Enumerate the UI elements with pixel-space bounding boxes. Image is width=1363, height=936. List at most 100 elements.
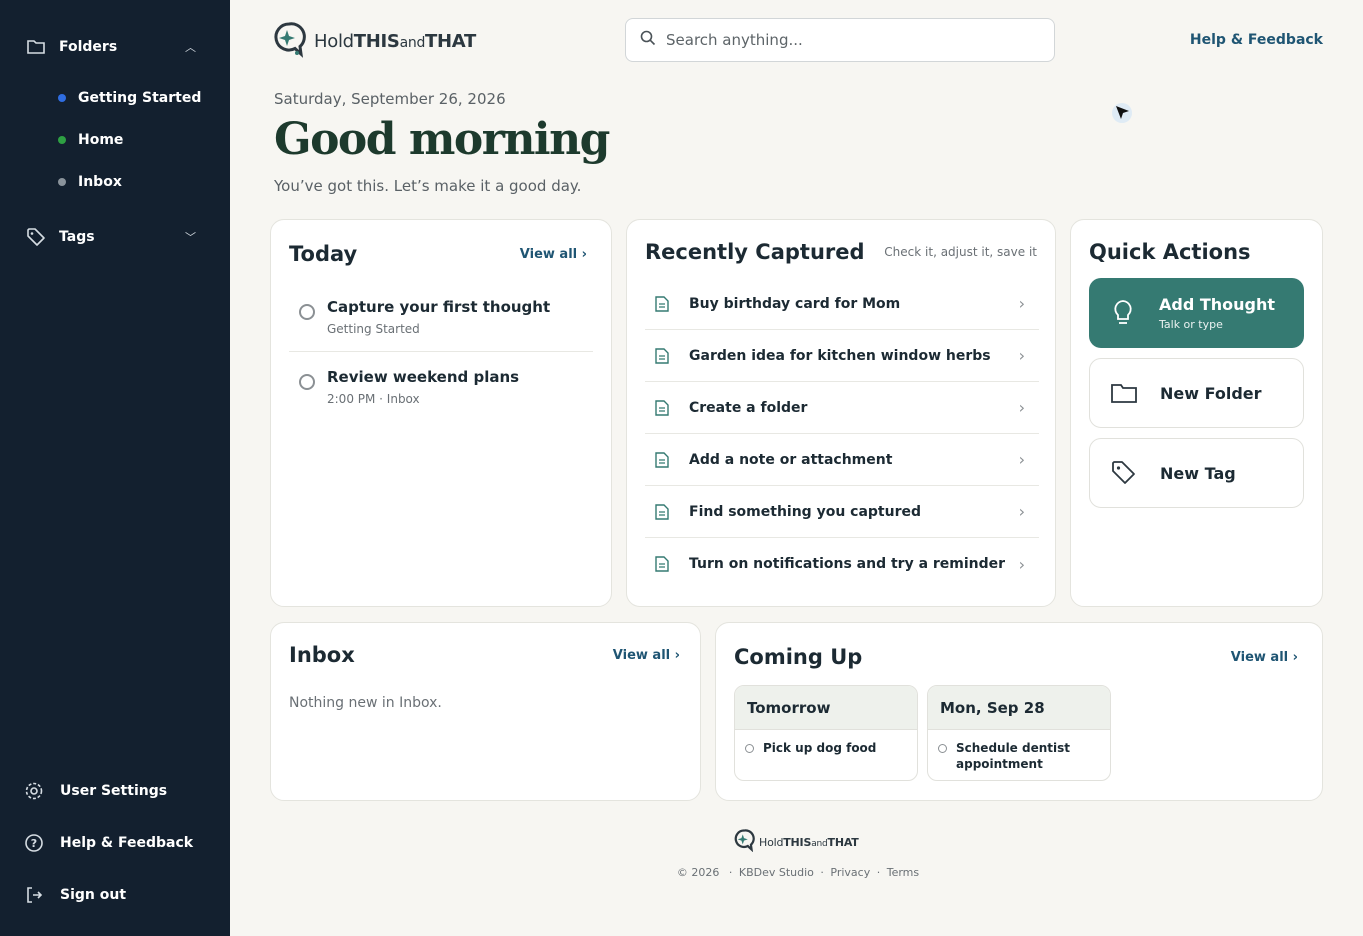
separator: ·: [728, 866, 733, 879]
sidebar-item-label: Home: [78, 132, 124, 148]
sidebar-item-getting-started[interactable]: Getting Started: [58, 90, 201, 106]
list-item[interactable]: Create a folder ›: [645, 382, 1039, 434]
sidebar-item-label: Getting Started: [78, 90, 202, 106]
list-item-label: Garden idea for kitchen window herbs: [689, 347, 991, 364]
folders-label: Folders: [59, 39, 118, 55]
coming-up-title: Coming Up: [734, 645, 863, 669]
tag-icon: [26, 227, 46, 247]
inbox-view-all-link[interactable]: View all ›: [613, 648, 680, 663]
task-item[interactable]: Capture your first thought Getting Start…: [289, 298, 593, 352]
new-tag-label: New Tag: [1160, 463, 1236, 483]
sidebar: Folders ︿ Getting Started Home Inbox Tag…: [0, 0, 230, 936]
chevron-right-icon: ›: [1018, 346, 1025, 365]
search-input[interactable]: [666, 31, 1026, 49]
list-item[interactable]: Buy birthday card for Mom ›: [645, 278, 1039, 330]
inbox-empty-message: Nothing new in Inbox.: [289, 695, 442, 711]
add-thought-sublabel: Talk or type: [1159, 318, 1223, 331]
logo-mark-icon: [732, 828, 756, 856]
mouse-cursor-icon: [1112, 103, 1134, 129]
page-title: Good morning: [274, 114, 610, 165]
task-checkbox[interactable]: [745, 744, 754, 753]
footer-logo: HoldTHISandTHAT: [732, 828, 859, 856]
task-checkbox[interactable]: [938, 744, 947, 753]
help-feedback-label: Help & Feedback: [60, 835, 194, 851]
tags-label: Tags: [59, 229, 95, 245]
recently-captured-title: Recently Captured: [645, 240, 865, 264]
list-item-label: Buy birthday card for Mom: [689, 295, 901, 312]
task-meta: 2:00 PM · Inbox: [327, 392, 420, 406]
coming-up-view-all-link[interactable]: View all ›: [1231, 650, 1298, 665]
separator: ·: [820, 866, 824, 879]
logo-wordmark: HoldTHISandTHAT: [314, 30, 477, 52]
app-logo[interactable]: HoldTHISandTHAT: [270, 20, 476, 62]
today-card: Today View all › Capture your first thou…: [270, 219, 612, 607]
upcoming-item[interactable]: Pick up dog food: [735, 730, 917, 756]
copyright: © 2026: [676, 866, 720, 879]
footer-links: © 2026 · KBDev Studio · Privacy · Terms: [0, 866, 1363, 879]
folders-toggle[interactable]: Folders ︿: [0, 37, 230, 57]
sidebar-item-label: Inbox: [78, 174, 122, 190]
footer-wordmark: HoldTHISandTHAT: [759, 835, 859, 849]
task-title: Review weekend plans: [327, 368, 520, 386]
quick-actions-title: Quick Actions: [1089, 240, 1251, 264]
day-card-mon-sep-28: Mon, Sep 28 Schedule dentist appointment: [927, 685, 1111, 781]
chevron-right-icon: ›: [1018, 398, 1025, 417]
terms-link[interactable]: Terms: [887, 866, 919, 879]
coming-up-card: Coming Up View all › Tomorrow Pick up do…: [715, 622, 1323, 801]
upcoming-item[interactable]: Schedule dentist appointment: [928, 730, 1110, 772]
day-card-tomorrow: Tomorrow Pick up dog food: [734, 685, 918, 781]
list-item[interactable]: Garden idea for kitchen window herbs ›: [645, 330, 1039, 382]
task-title: Capture your first thought: [327, 298, 551, 316]
sidebar-item-inbox[interactable]: Inbox: [58, 174, 122, 190]
recently-captured-hint: Check it, adjust it, save it: [884, 245, 1037, 259]
svg-text:?: ?: [31, 837, 37, 850]
day-label: Mon, Sep 28: [928, 686, 1110, 730]
sign-out-icon: [24, 885, 44, 905]
chevron-right-icon: ›: [1018, 554, 1025, 574]
document-icon: [655, 295, 669, 312]
search-bar[interactable]: [625, 18, 1055, 62]
sidebar-item-home[interactable]: Home: [58, 132, 123, 148]
user-settings-link[interactable]: User Settings: [0, 781, 230, 801]
new-tag-button[interactable]: New Tag: [1089, 438, 1304, 508]
task-item[interactable]: Review weekend plans 2:00 PM · Inbox: [289, 368, 593, 422]
help-feedback-link[interactable]: ? Help & Feedback: [0, 833, 230, 853]
gear-icon: [24, 781, 44, 801]
tags-toggle[interactable]: Tags ﹀: [0, 227, 230, 247]
new-folder-label: New Folder: [1160, 383, 1262, 403]
today-view-all-link[interactable]: View all ›: [520, 247, 587, 262]
studio-link[interactable]: KBDev Studio: [739, 866, 814, 879]
quick-actions-card: Quick Actions Add Thought Talk or type N…: [1070, 219, 1323, 607]
inbox-card: Inbox View all › Nothing new in Inbox.: [270, 622, 701, 801]
folder-icon: [1104, 382, 1144, 404]
lightbulb-icon: [1103, 299, 1143, 327]
list-item-label: Add a note or attachment: [689, 451, 893, 468]
logo-mark-icon: [270, 20, 308, 62]
folder-icon: [26, 37, 46, 57]
list-item-label: Turn on notifications and try a reminder: [689, 556, 1006, 572]
document-icon: [655, 347, 669, 364]
list-item[interactable]: Find something you captured ›: [645, 486, 1039, 538]
list-item[interactable]: Turn on notifications and try a reminder…: [645, 538, 1039, 590]
task-checkbox[interactable]: [299, 304, 315, 320]
document-icon: [655, 503, 669, 520]
task-checkbox[interactable]: [299, 374, 315, 390]
list-item-label: Find something you captured: [689, 503, 922, 520]
folder-color-dot: [58, 136, 66, 144]
folder-color-dot: [58, 94, 66, 102]
upcoming-item-label: Pick up dog food: [763, 741, 877, 755]
chevron-right-icon: ›: [1018, 450, 1025, 469]
folder-color-dot: [58, 178, 66, 186]
search-icon: [640, 30, 656, 50]
add-thought-button[interactable]: Add Thought Talk or type: [1089, 278, 1304, 348]
day-label: Tomorrow: [735, 686, 917, 730]
privacy-link[interactable]: Privacy: [830, 866, 870, 879]
list-item[interactable]: Add a note or attachment ›: [645, 434, 1039, 486]
add-thought-label: Add Thought: [1159, 295, 1276, 314]
upcoming-item-label: Schedule dentist appointment: [956, 741, 1070, 771]
greeting-subtitle: You’ve got this. Let’s make it a good da…: [274, 177, 582, 195]
new-folder-button[interactable]: New Folder: [1089, 358, 1304, 428]
sign-out-link[interactable]: Sign out: [0, 885, 230, 905]
current-date: Saturday, September 26, 2026: [274, 90, 506, 108]
help-feedback-link-header[interactable]: Help & Feedback: [1190, 32, 1323, 48]
